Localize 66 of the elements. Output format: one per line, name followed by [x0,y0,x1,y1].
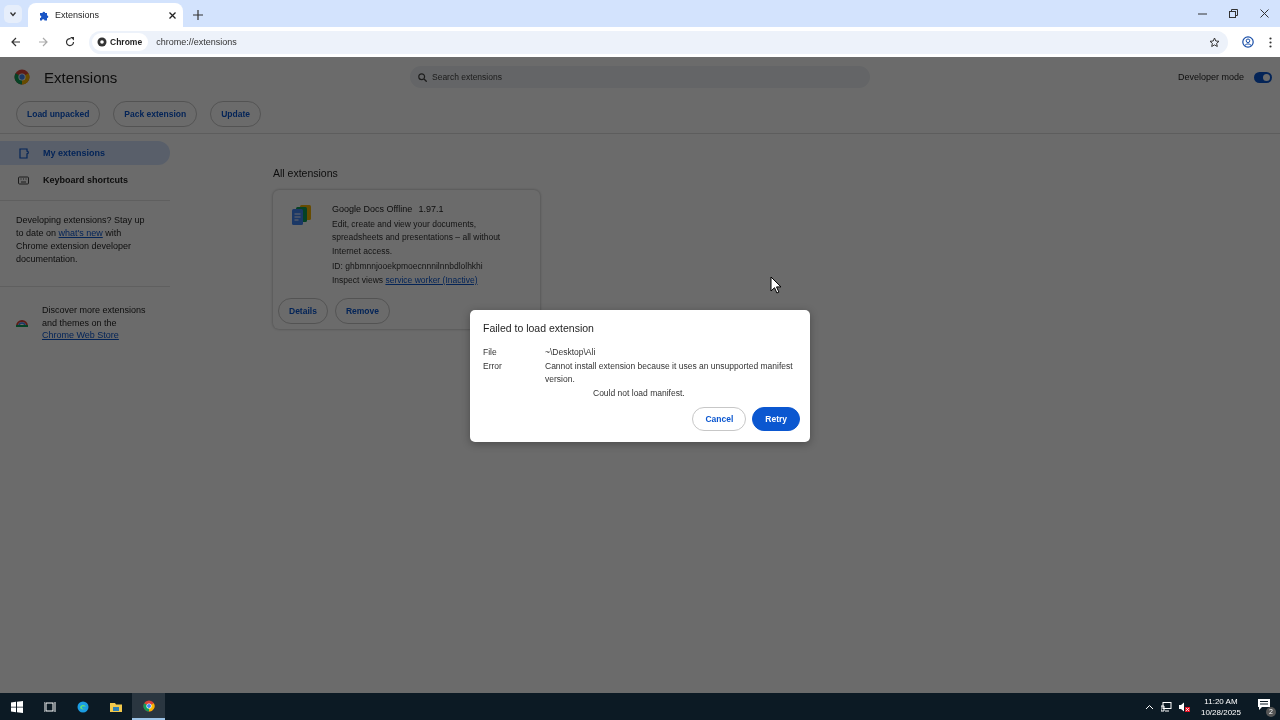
taskbar-button[interactable] [132,693,165,720]
pack-extension-button[interactable]: Pack extension [113,101,198,127]
web-store-link[interactable]: Chrome Web Store [42,330,119,340]
browser-tab[interactable]: Extensions [28,3,183,27]
extension-version: 1.97.1 [418,204,444,214]
chevron-icon[interactable] [1144,703,1154,710]
star-icon[interactable] [1209,36,1220,48]
notification-icon [1258,698,1270,710]
speaker-muted-icon[interactable] [1178,701,1190,712]
puzzle-icon [18,147,29,159]
restore-icon[interactable] [1229,9,1238,18]
whats-new-link[interactable]: what's new [58,228,103,238]
chrome-logo-icon [14,69,30,85]
windows-logo-icon [10,700,23,713]
retry-button[interactable]: Retry [752,407,800,431]
site-chip[interactable]: Chrome [92,33,149,51]
network-icon[interactable] [1160,701,1172,712]
reload-icon[interactable] [65,37,75,47]
puzzle-icon [38,9,49,21]
profile-icon[interactable] [1242,36,1254,48]
chrome-logo-icon [142,699,155,712]
details-button[interactable]: Details [278,298,328,324]
developer-mode-toggle[interactable] [1254,71,1272,83]
cursor-icon [770,276,782,294]
service-worker-link[interactable]: service worker (Inactive) [385,274,478,285]
new-tab-icon[interactable] [193,10,203,20]
inspect-views-label: Inspect views [332,274,384,285]
search-icon [418,73,427,82]
folder-icon [109,700,122,713]
promo-text: Developing extensions? Stay up to date on what's new with Chrome extension developer documentation. [16,214,146,266]
field-value: ~\Desktop\Ali [545,346,597,359]
developer-mode-label: Developer mode [1177,72,1244,82]
documents-icon [290,203,314,227]
sidebar-item[interactable]: Keyboard shortcuts [0,168,170,192]
tab-title: Extensions [55,10,101,20]
back-icon[interactable] [11,37,21,47]
extension-description: Edit, create and view your documents, spreadsheets and presentations – all without Internet access. [332,217,502,258]
dialog-title: Failed to load extension [483,322,595,334]
extension-name: Google Docs Offline [332,204,413,214]
keyboard-icon [18,174,29,186]
close-icon[interactable] [1260,9,1269,18]
extension-id: ID: ghbmnnjooekpmoecnnnilnnbdlolhkhi [332,260,484,273]
tab-search-button[interactable] [4,5,22,23]
search-field[interactable]: Search extensions [410,66,870,88]
page-title: Extensions [44,68,118,86]
field-value: Cannot install extension because it uses an unsupported manifest version. [545,359,794,386]
chrome-logo-icon [97,37,107,47]
edge-logo-icon [76,700,89,713]
dialog-note: Could not load manifest. [593,386,686,400]
clock-time: 11:20 AM [1203,695,1239,707]
cancel-button[interactable]: Cancel [692,407,747,431]
web-store-icon [16,318,28,328]
close-icon[interactable] [168,10,177,20]
field-label: Error [483,359,503,373]
address-field[interactable]: chrome://extensions [156,37,1201,47]
update-button[interactable]: Update [210,101,262,127]
menu-icon[interactable] [1269,36,1272,48]
section-title: All extensions [273,167,339,179]
clock-date: 10/28/2025 [1200,706,1241,718]
field-label: File [483,346,498,359]
web-store-text: Discover more extensions and themes on the Chrome Web Store [42,304,147,342]
load-unpacked-button[interactable]: Load unpacked [16,101,101,127]
sidebar-item[interactable]: My extensions [0,141,170,165]
task-view-icon [43,700,56,713]
remove-button[interactable]: Remove [334,298,390,324]
chevron-icon [9,10,17,18]
